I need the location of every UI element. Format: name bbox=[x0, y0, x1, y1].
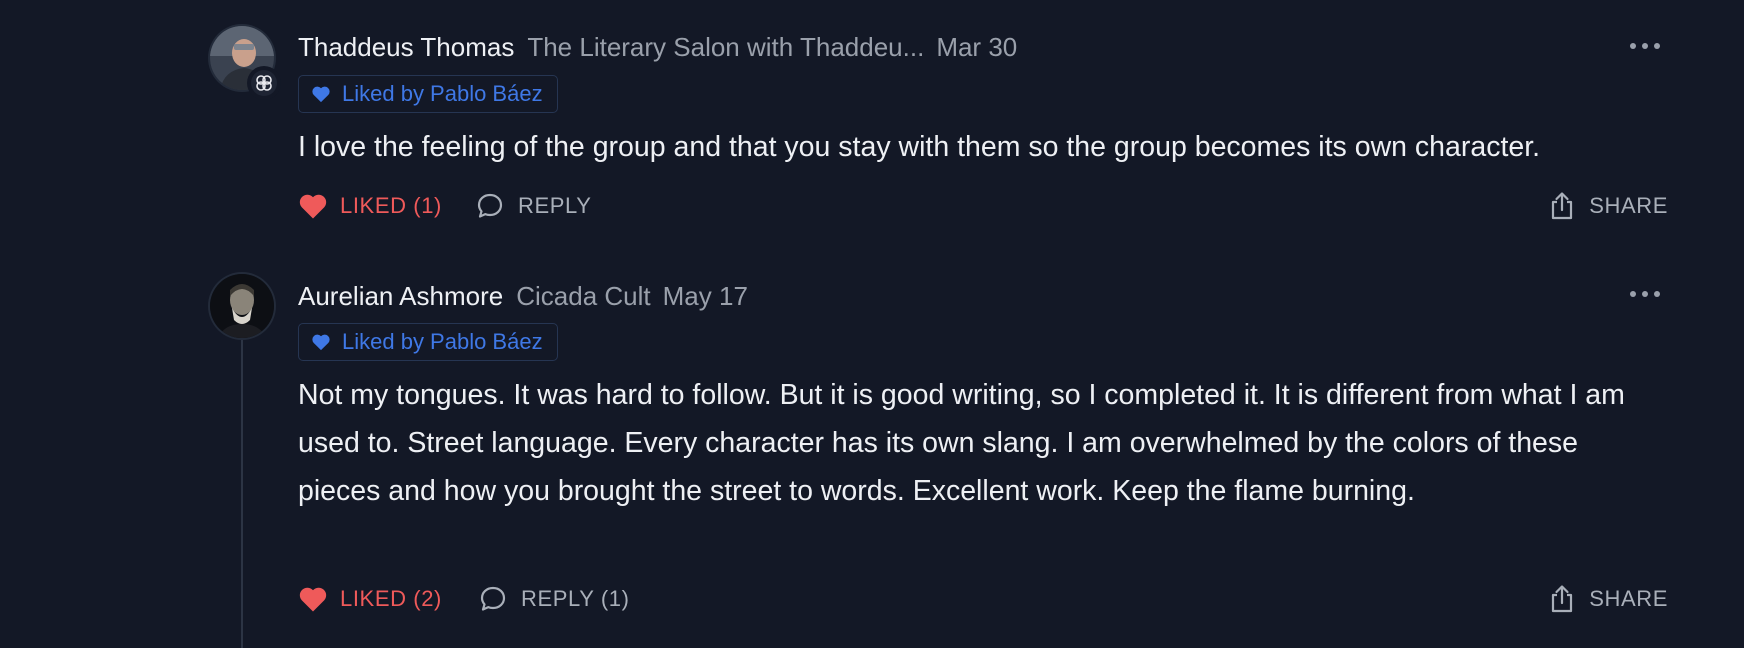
heart-icon bbox=[312, 334, 330, 351]
liked-by-label: Liked by Pablo Báez bbox=[342, 81, 543, 106]
avatar[interactable] bbox=[210, 274, 274, 338]
like-button[interactable]: LIKED (2) bbox=[298, 581, 442, 617]
comment-body: I love the feeling of the group and that… bbox=[298, 131, 1541, 163]
comment-actions: LIKED (1) REPLY SHARE bbox=[298, 188, 1668, 224]
reply-button[interactable]: REPLY bbox=[476, 188, 592, 224]
comment-date[interactable]: Mar 30 bbox=[936, 32, 1017, 63]
more-options-icon[interactable] bbox=[1630, 40, 1660, 52]
like-label: LIKED (1) bbox=[340, 193, 442, 218]
speech-bubble-icon bbox=[480, 586, 506, 611]
like-label: LIKED (2) bbox=[340, 586, 442, 611]
like-button[interactable]: LIKED (1) bbox=[298, 188, 442, 224]
share-label: SHARE bbox=[1589, 586, 1668, 611]
comment-date[interactable]: May 17 bbox=[663, 281, 748, 312]
share-label: SHARE bbox=[1589, 193, 1668, 218]
comment-actions: LIKED (2) REPLY (1) SHARE bbox=[298, 581, 1668, 617]
heart-filled-icon bbox=[299, 194, 327, 219]
more-options-icon[interactable] bbox=[1630, 288, 1660, 300]
comment-publication[interactable]: The Literary Salon with Thaddeu... bbox=[527, 32, 924, 63]
heart-icon bbox=[312, 86, 330, 103]
reply-label: REPLY (1) bbox=[521, 586, 630, 611]
comment-author[interactable]: Thaddeus Thomas bbox=[298, 32, 514, 63]
comment-publication[interactable]: Cicada Cult bbox=[516, 281, 650, 312]
liked-by-label: Liked by Pablo Báez bbox=[342, 329, 543, 354]
liked-by-tag: Liked by Pablo Báez bbox=[298, 323, 558, 361]
share-icon bbox=[1552, 585, 1573, 613]
comments-page: Thaddeus Thomas The Literary Salon with … bbox=[0, 0, 1744, 648]
thread-line[interactable] bbox=[241, 340, 243, 648]
speech-bubble-icon bbox=[477, 193, 503, 218]
comment-body: Not my tongues. It was hard to follow. B… bbox=[298, 379, 1625, 507]
liked-by-tag: Liked by Pablo Báez bbox=[298, 75, 558, 113]
share-button[interactable]: SHARE bbox=[1549, 188, 1668, 224]
bestseller-badge-icon bbox=[247, 66, 281, 100]
reply-button[interactable]: REPLY (1) bbox=[479, 581, 630, 617]
reply-label: REPLY bbox=[518, 193, 592, 218]
share-icon bbox=[1552, 192, 1573, 220]
share-button[interactable]: SHARE bbox=[1549, 581, 1668, 617]
comment-author[interactable]: Aurelian Ashmore bbox=[298, 281, 503, 312]
heart-filled-icon bbox=[299, 587, 327, 612]
